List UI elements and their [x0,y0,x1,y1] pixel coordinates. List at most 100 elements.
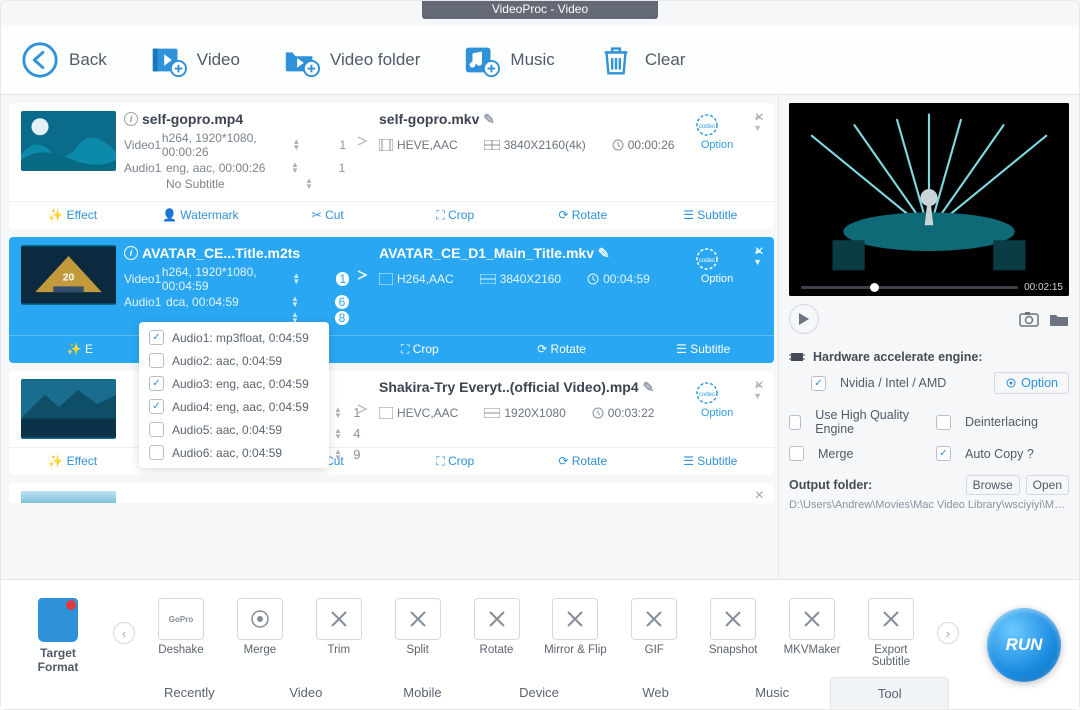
tool-trim[interactable]: Trim [303,598,375,668]
film-icon [379,139,393,151]
thumbnail [21,111,116,171]
audio-option[interactable]: Audio4: eng, aac, 0:04:59 [145,395,323,418]
effect-button[interactable]: ✨ Effect [9,448,137,475]
audio-option[interactable]: Audio3: eng, aac, 0:04:59 [145,372,323,395]
watermark-button[interactable]: 👤 Watermark [137,202,265,229]
svg-text:codec: codec [699,392,715,398]
output-label: Output folder: [789,478,872,492]
audio-option[interactable]: Audio2: aac, 0:04:59 [145,349,323,372]
add-music-button[interactable]: Music [462,41,554,79]
cut-button[interactable]: ✂ Cut [264,202,392,229]
progress-bar[interactable]: 00:02:15 [789,278,1069,296]
video-icon [149,41,187,79]
tool-rotate[interactable]: Rotate [461,598,533,668]
tool-snapshot[interactable]: Snapshot [697,598,769,668]
tool-gif[interactable]: GIF [618,598,690,668]
reorder-handle[interactable]: ▲▼ [753,111,762,133]
open-button[interactable]: Open [1026,475,1069,495]
tab-mobile[interactable]: Mobile [364,677,481,709]
pencil-icon[interactable]: ✎ [483,111,495,127]
info-icon[interactable]: i [124,246,138,260]
gear-icon [1005,377,1017,389]
subtitle-button[interactable]: ☰ Subtitle [632,336,774,363]
svg-text:20: 20 [63,273,75,284]
svg-text:codec: codec [699,258,715,264]
tab-tool[interactable]: Tool [830,677,949,709]
autocopy-checkbox[interactable]: Auto Copy ? [936,446,1069,461]
folder-open-icon[interactable] [1049,311,1069,327]
main-toolbar: Back Video Video folder Music Clear [1,25,1079,95]
tab-music[interactable]: Music [714,677,831,709]
crop-button[interactable]: ⛶ Crop [392,202,520,229]
audio-option[interactable]: Audio1: mp3float, 0:04:59 [145,326,323,349]
music-icon [462,41,500,79]
svg-text:codec: codec [699,124,715,130]
tool-export-subtitle[interactable]: Export Subtitle [855,598,927,668]
preview-time: 00:02:15 [1024,282,1063,293]
codec-option[interactable]: codec Option [693,111,741,151]
pencil-icon[interactable]: ✎ [643,379,655,395]
tool-mkvmaker[interactable]: MKVMaker [776,598,848,668]
tool-deshake[interactable]: GoProDeshake [145,598,217,668]
card-toolbar: ✨ Effect 👤 Watermark ✂ Cut ⛶ Crop ⟳ Rota… [9,201,774,229]
codec-option[interactable]: codec Option [693,379,741,419]
target-format[interactable]: Target Format [19,598,97,674]
file-card[interactable]: × ▲▼1 ▲▼4 ▲▼9 Shakira-Try Everyt..(offic… [9,371,774,475]
file-card-selected[interactable]: × 20 iAVATAR_CE...Title.m2ts Video1h264,… [9,237,774,363]
gpu-checkbox[interactable]: Nvidia / Intel / AMD [811,376,946,391]
clear-button[interactable]: Clear [597,41,686,79]
rotate-button[interactable]: ⟳ Rotate [519,448,647,475]
add-video-button[interactable]: Video [149,41,240,79]
tab-video[interactable]: Video [248,677,365,709]
spinner[interactable]: ▲▼ [292,139,334,151]
pencil-icon[interactable]: ✎ [598,245,610,261]
side-panel: 00:02:15 Hardware accelerate engine: Nvi… [779,95,1079,579]
add-folder-button[interactable]: Video folder [282,41,420,79]
clock-icon [612,139,624,151]
chip-icon [789,351,805,363]
window-title: VideoProc - Video [422,1,658,19]
file-card[interactable]: × iself-gopro.mp4 Video1h264, 1920*1080,… [9,103,774,229]
close-icon[interactable]: × [755,487,764,505]
rotate-button[interactable]: ⟳ Rotate [491,336,633,363]
crop-button[interactable]: ⛶ Crop [392,448,520,475]
effect-button[interactable]: ✨ Effect [9,202,137,229]
subtitle-button[interactable]: ☰ Subtitle [647,202,775,229]
tool-merge[interactable]: Merge [224,598,296,668]
tool-split[interactable]: Split [382,598,454,668]
arrow-icon [357,245,371,305]
camera-icon[interactable] [1019,311,1039,327]
effect-button[interactable]: ✨ E [9,336,151,363]
engine-option-button[interactable]: Option [994,372,1069,394]
back-button[interactable]: Back [21,41,107,79]
back-arrow-icon [21,41,59,79]
tool-mirror[interactable]: Mirror & Flip [539,598,611,668]
file-card[interactable]: × [9,483,774,503]
tab-web[interactable]: Web [597,677,714,709]
output-path: D:\Users\Andrew\Movies\Mac Video Library… [789,499,1069,511]
audio-track-popup[interactable]: Audio1: mp3float, 0:04:59 Audio2: aac, 0… [139,322,329,468]
info-icon[interactable]: i [124,112,138,126]
tab-device[interactable]: Device [481,677,598,709]
main-area: × iself-gopro.mp4 Video1h264, 1920*1080,… [1,95,1079,579]
deinterlace-checkbox[interactable]: Deinterlacing [936,408,1069,436]
tab-recently[interactable]: Recently [131,677,248,709]
run-button[interactable]: RUN [987,608,1061,682]
merge-checkbox[interactable]: Merge [789,446,922,461]
resolution-icon [484,140,500,150]
subtitle-button[interactable]: ☰ Subtitle [647,448,775,475]
scroll-right-button[interactable]: › [937,622,959,644]
scroll-left-button[interactable]: ‹ [113,622,135,644]
audio-option[interactable]: Audio5: aac, 0:04:59 [145,418,323,441]
browse-button[interactable]: Browse [966,475,1020,495]
reorder-handle[interactable]: ▲▼ [753,245,762,267]
play-button[interactable] [789,304,819,334]
crop-button[interactable]: ⛶ Crop [349,336,491,363]
format-tabs: Recently Video Mobile Device Web Music T… [131,677,949,709]
codec-option[interactable]: codec Option [693,245,741,285]
rotate-button[interactable]: ⟳ Rotate [519,202,647,229]
reorder-handle[interactable]: ▲▼ [753,379,762,401]
thumbnail: 20 [21,245,116,305]
audio-option[interactable]: Audio6: aac, 0:04:59 [145,441,323,464]
hq-checkbox[interactable]: Use High Quality Engine [789,408,922,436]
